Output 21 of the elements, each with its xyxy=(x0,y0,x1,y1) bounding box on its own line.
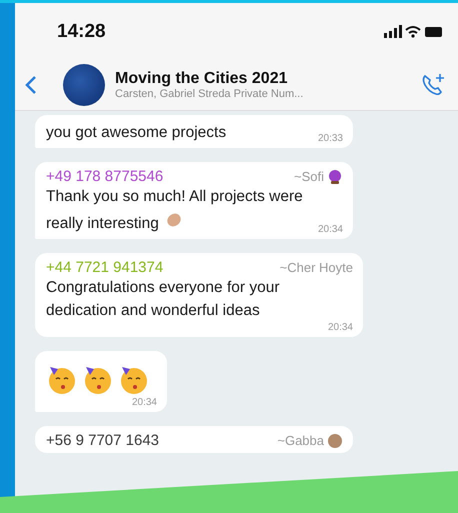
message-text: you got awesome projects xyxy=(46,123,226,143)
sender-phone[interactable]: +49 178 8775546 xyxy=(46,168,164,185)
message-text: Congratulations everyone for your dedication and wonderful ideas xyxy=(46,278,280,321)
sender-name: ~Gabba xyxy=(277,433,324,448)
crystal-ball-icon xyxy=(327,168,343,184)
message-time: 20:34 xyxy=(132,397,157,408)
sender-name: ~Sofi xyxy=(294,169,324,184)
message-time: 20:34 xyxy=(328,322,353,333)
sender-phone[interactable]: +44 7721 941374 xyxy=(46,259,164,276)
message-time: 20:33 xyxy=(318,133,343,144)
message-time: 20:34 xyxy=(318,224,343,235)
status-time: 14:28 xyxy=(57,20,106,42)
chat-title: Moving the Cities 2021 xyxy=(115,70,288,88)
add-call-icon[interactable] xyxy=(420,72,446,98)
status-icons xyxy=(384,24,444,38)
back-icon[interactable] xyxy=(25,75,37,95)
sender-name: ~Cher Hoyte xyxy=(280,260,353,275)
sender-phone[interactable]: +56 9 7707 1643 xyxy=(46,432,160,449)
chat-members: Carsten, Gabriel Streda Private Num... xyxy=(115,88,304,100)
message-text: Thank you so much! All projects were really interesting xyxy=(46,187,304,234)
group-avatar[interactable] xyxy=(63,64,105,106)
